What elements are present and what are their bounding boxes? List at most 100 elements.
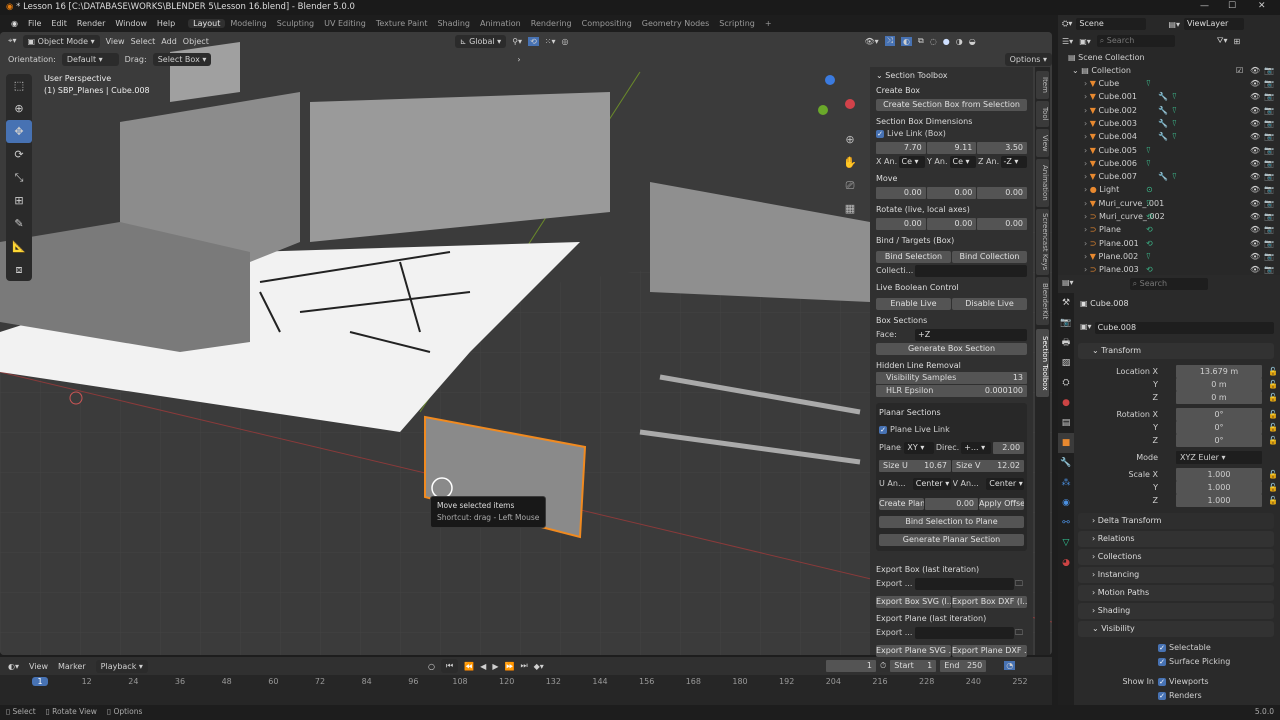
selectable-checkbox[interactable]: ✓ Selectable (1078, 641, 1274, 654)
apply-offset-button[interactable]: Apply Offset (979, 498, 1024, 510)
view-layer-icon[interactable]: ▤▾ (1168, 20, 1180, 29)
play-button[interactable]: ▶ (492, 662, 498, 671)
jump-end-button[interactable]: ⏭ (520, 661, 527, 671)
rotate-y-field[interactable]: 0.00 (926, 218, 977, 230)
timeline-view-icon[interactable]: ◔ (1004, 661, 1016, 670)
rotation-field[interactable]: 0° (1176, 421, 1262, 434)
camera-icon[interactable]: 📷 (1264, 183, 1274, 196)
outliner-item[interactable]: › ● Light ⊙ 👁 📷 (1058, 183, 1280, 196)
tab-rendering[interactable]: Rendering (526, 19, 577, 28)
location-field[interactable]: 0 m (1176, 378, 1262, 391)
annotate-tool[interactable]: ✎ (6, 212, 32, 235)
object-data-icon[interactable]: ⍢ (1172, 90, 1177, 103)
move-z-field[interactable]: 0.00 (977, 187, 1028, 199)
rotate-z-field[interactable]: 0.00 (977, 218, 1028, 230)
modifier-tab-icon[interactable]: 🔧 (1058, 453, 1074, 473)
add-cube-tool[interactable]: ⧈ (6, 258, 32, 281)
output-tab-icon[interactable]: 🖶 (1058, 333, 1074, 353)
export-box-path-field[interactable] (915, 578, 1014, 590)
eye-icon[interactable]: 👁 (1250, 144, 1260, 157)
sidebar-toggle-icon[interactable]: › (517, 55, 520, 64)
expand-arrow-icon[interactable]: › (1084, 79, 1087, 88)
camera-icon[interactable]: 📷 (1264, 237, 1274, 250)
material-tab-icon[interactable]: ◕ (1058, 553, 1074, 573)
cursor-tool[interactable]: ⊕ (6, 97, 32, 120)
timeline-menu-playback[interactable]: Playback ▾ (95, 659, 148, 673)
tab-shading[interactable]: Shading (432, 19, 475, 28)
new-collection-icon[interactable]: ⊞ (1234, 37, 1241, 46)
snap-target-icon[interactable]: ⁙▾ (545, 37, 556, 46)
expand-arrow-icon[interactable]: › (1084, 132, 1087, 141)
expand-arrow-icon[interactable]: › (1084, 146, 1087, 155)
outliner-item[interactable]: › ▼ Cube.001 🔧 ⍢ 👁 📷 (1058, 90, 1280, 103)
hlr-epsilon-field[interactable]: HLR Epsilon 0.000100 (876, 385, 1027, 397)
tab-sculpting[interactable]: Sculpting (272, 19, 319, 28)
move-x-field[interactable]: 0.00 (876, 187, 926, 199)
camera-icon[interactable]: 📷 (1264, 90, 1274, 103)
x-anchor-dropdown[interactable]: Ce ▾ (898, 156, 925, 168)
bind-selection-button[interactable]: Bind Selection (876, 251, 951, 263)
camera-view-icon[interactable]: ⎚ (843, 174, 857, 197)
create-plane-button[interactable]: Create Plane (879, 498, 924, 510)
sidebar-tab-item[interactable]: Item (1036, 71, 1049, 99)
expand-arrow-icon[interactable]: › (1084, 92, 1087, 101)
enable-live-button[interactable]: Enable Live (876, 298, 951, 310)
eye-icon[interactable]: 👁 (1250, 197, 1260, 210)
plane-dropdown[interactable]: XY ▾ (904, 442, 934, 454)
options-dropdown[interactable]: Options ▾ (1004, 52, 1052, 66)
outliner-item[interactable]: › ▼ Cube ⍢ 👁 📷 (1058, 77, 1280, 90)
outliner-item[interactable]: › ▼ Muri_curve_.001 ⍢ 👁 📷 (1058, 197, 1280, 210)
menu-file[interactable]: File (23, 19, 46, 28)
scene-icon[interactable]: ⛭▾ (1062, 19, 1072, 29)
location-field[interactable]: 13.679 m (1176, 365, 1262, 378)
play-reverse-button[interactable]: ◀ (480, 662, 486, 671)
rotation-mode-dropdown[interactable]: XYZ Euler ▾ (1176, 451, 1262, 464)
rotate-x-field[interactable]: 0.00 (876, 218, 926, 230)
modifier-icon[interactable]: 🔧 (1158, 130, 1168, 143)
expand-arrow-icon[interactable]: › (1084, 172, 1087, 181)
eye-icon[interactable]: 👁 (1250, 237, 1260, 250)
object-data-icon[interactable]: ⟲ (1146, 210, 1153, 223)
export-plane-svg-button[interactable]: Export Plane SVG ... (876, 645, 951, 657)
lock-icon[interactable]: 🔓 (1268, 421, 1278, 434)
transform-panel-header[interactable]: ⌄ Transform (1078, 343, 1274, 359)
particles-tab-icon[interactable]: ⁂ (1058, 473, 1074, 493)
camera-icon[interactable]: 📷 (1264, 223, 1274, 236)
plane-offset-value-field[interactable]: 0.00 (925, 498, 978, 510)
stopwatch-icon[interactable]: ⏱ (880, 661, 886, 671)
move-y-field[interactable]: 0.00 (926, 187, 977, 199)
expand-arrow-icon[interactable]: › (1084, 239, 1087, 248)
eye-icon[interactable]: 👁 (1250, 223, 1260, 236)
lock-icon[interactable]: 🔓 (1268, 434, 1278, 447)
object-tab-icon[interactable]: ■ (1058, 433, 1074, 453)
camera-icon[interactable]: 📷 (1264, 130, 1274, 143)
start-frame-field[interactable]: Start 1 (890, 659, 937, 672)
shading-rendered-icon[interactable]: ◒ (969, 37, 976, 46)
generate-box-section-button[interactable]: Generate Box Section (876, 343, 1027, 355)
view-layer-tab-icon[interactable]: ▨ (1058, 353, 1074, 373)
snap-icon[interactable]: ⟲ (528, 36, 539, 46)
end-frame-field[interactable]: End 250 (940, 659, 987, 672)
physics-tab-icon[interactable]: ◉ (1058, 493, 1074, 513)
menu-select[interactable]: Select (131, 37, 156, 46)
transform-tool[interactable]: ⊞ (6, 189, 32, 212)
exclude-checkbox[interactable]: ☑ (1236, 64, 1243, 77)
visibility-icon[interactable]: 👁▾ (864, 37, 878, 46)
camera-icon[interactable]: 📷 (1264, 144, 1274, 157)
expand-arrow-icon[interactable]: › (1084, 159, 1087, 168)
tab-compositing[interactable]: Compositing (577, 19, 637, 28)
eye-icon[interactable]: 👁 (1250, 130, 1260, 143)
lock-icon[interactable]: 🔓 (1268, 481, 1278, 494)
rotate-tool[interactable]: ⟳ (6, 143, 32, 166)
camera-icon[interactable]: 📷 (1264, 250, 1274, 263)
shading-solid-icon[interactable]: ● (943, 37, 950, 46)
direction-dropdown[interactable]: +... ▾ (961, 442, 991, 454)
outliner-search-input[interactable]: ⌕ Search (1096, 35, 1175, 47)
scale-field[interactable]: 1.000 (1176, 481, 1262, 494)
expand-arrow-icon[interactable]: › (1084, 225, 1087, 234)
outliner-item[interactable]: › ⊃ Plane.001 ⟲ 👁 📷 (1058, 237, 1280, 250)
filter-icon[interactable]: ⛛▾ (1217, 36, 1228, 46)
panel-header[interactable]: ⌄ Section Toolbox (876, 71, 1027, 80)
collection-tab-icon[interactable]: ▤ (1058, 413, 1074, 433)
eye-icon[interactable]: 👁 (1250, 64, 1260, 77)
